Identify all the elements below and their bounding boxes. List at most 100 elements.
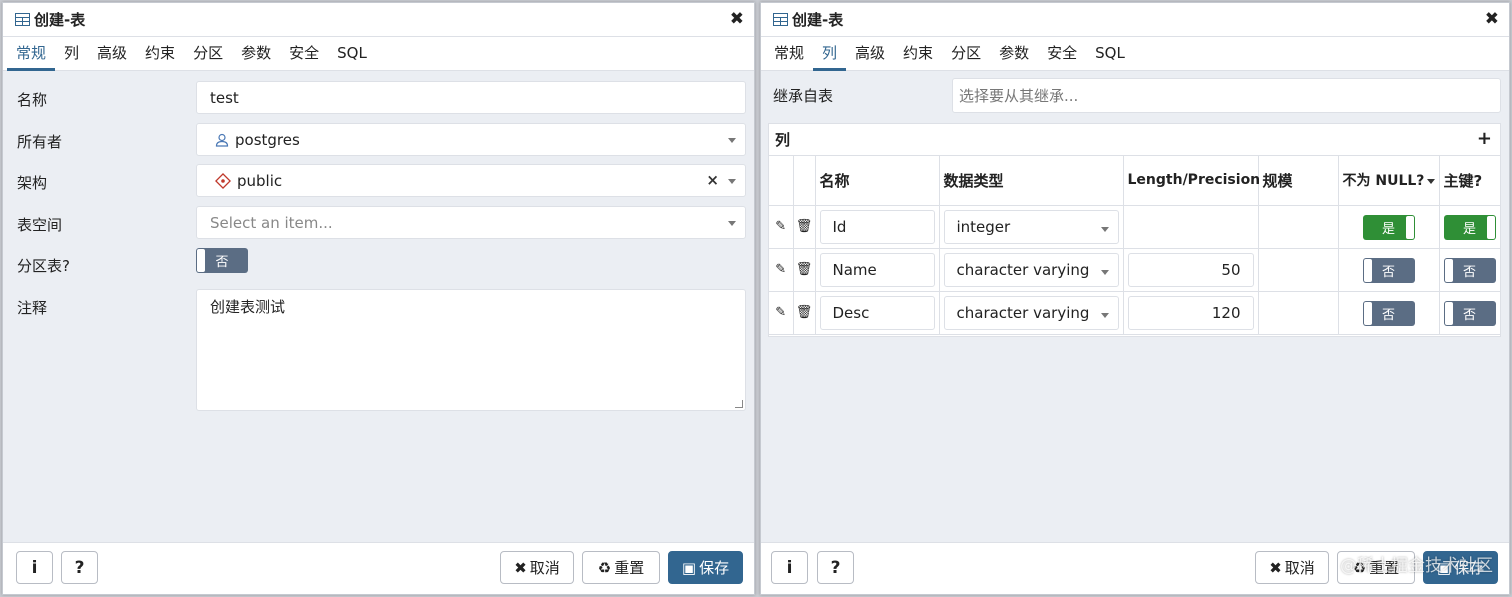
reset-button[interactable]: ♻ 重置 xyxy=(582,551,660,584)
toggle-knob xyxy=(1486,215,1495,239)
comment-textarea[interactable]: 创建表测试 xyxy=(196,289,746,411)
help-button[interactable]: ? xyxy=(61,551,98,584)
owner-select[interactable]: postgres xyxy=(196,123,746,156)
columns-title: 列 xyxy=(775,131,791,149)
columns-table: 名称 数据类型 Length/Precision 规模 不为 NULL? 主键?… xyxy=(769,156,1500,335)
tab-columns[interactable]: 列 xyxy=(813,37,847,71)
help-button[interactable]: ? xyxy=(817,551,854,584)
name-input[interactable]: test xyxy=(196,81,746,114)
column-name-value: Desc xyxy=(832,303,870,322)
chevron-down-icon[interactable] xyxy=(728,179,736,184)
notnull-toggle[interactable]: 否 xyxy=(1362,300,1415,326)
column-length-value: 120 xyxy=(1211,303,1241,322)
close-icon[interactable]: ✖ xyxy=(730,9,744,29)
tab-bar: 常规 列 高级 约束 分区 参数 安全 SQL xyxy=(761,37,1509,71)
tab-partitions[interactable]: 分区 xyxy=(942,37,990,71)
header-scale[interactable]: 规模 xyxy=(1258,156,1339,206)
toggle-knob xyxy=(197,249,205,272)
tab-general[interactable]: 常规 xyxy=(765,37,813,71)
recycle-icon: ♻ xyxy=(597,558,612,577)
add-column-button[interactable]: + xyxy=(1477,128,1492,149)
tab-advanced[interactable]: 高级 xyxy=(846,37,894,71)
tab-columns[interactable]: 列 xyxy=(55,37,88,71)
tab-advanced[interactable]: 高级 xyxy=(88,37,136,71)
column-type-value: character varying xyxy=(956,303,1090,322)
trash-icon[interactable]: 🗑 xyxy=(794,292,815,334)
tablespace-select[interactable]: Select an item... xyxy=(196,206,746,239)
edit-icon[interactable]: ✎ xyxy=(769,206,793,248)
column-name-input[interactable]: Name xyxy=(819,252,935,287)
toggle-knob xyxy=(1444,258,1453,282)
column-length-input[interactable]: 50 xyxy=(1127,252,1254,287)
schema-icon xyxy=(215,172,231,189)
sort-desc-icon xyxy=(1427,178,1436,184)
tab-security[interactable]: 安全 xyxy=(1038,37,1086,71)
schema-select[interactable]: public × xyxy=(196,164,746,197)
column-length-value: 50 xyxy=(1221,260,1241,279)
header-type[interactable]: 数据类型 xyxy=(939,156,1124,206)
trash-icon[interactable]: 🗑 xyxy=(794,206,815,248)
column-type-select[interactable]: character varying xyxy=(943,295,1119,330)
tab-constraints[interactable]: 约束 xyxy=(136,37,184,71)
toggle-knob xyxy=(1363,258,1372,282)
tab-parameters[interactable]: 参数 xyxy=(990,37,1038,71)
partitioned-toggle[interactable]: 否 xyxy=(196,248,248,273)
edit-icon[interactable]: ✎ xyxy=(769,292,793,334)
edit-icon[interactable]: ✎ xyxy=(769,249,793,291)
edit-col-header xyxy=(769,156,794,206)
schema-value: public xyxy=(237,171,283,190)
notnull-toggle[interactable]: 是 xyxy=(1362,214,1415,240)
info-button[interactable]: i xyxy=(771,551,808,584)
column-scale-cell xyxy=(1258,205,1339,249)
header-length[interactable]: Length/Precision xyxy=(1123,156,1260,206)
resize-handle[interactable] xyxy=(735,400,743,408)
name-label: 名称 xyxy=(17,91,48,109)
chevron-down-icon[interactable] xyxy=(1100,269,1109,275)
notnull-toggle[interactable]: 否 xyxy=(1362,257,1415,283)
column-length-input[interactable]: 120 xyxy=(1127,295,1254,330)
watermark: @稀土掘金技术社区 xyxy=(1340,556,1493,576)
floppy-icon: ▣ xyxy=(681,558,697,577)
cancel-button[interactable]: ✖ 取消 xyxy=(500,551,574,584)
trash-icon[interactable]: 🗑 xyxy=(794,249,815,291)
chevron-down-icon[interactable] xyxy=(728,138,736,143)
cancel-button[interactable]: ✖ 取消 xyxy=(1255,551,1329,584)
column-type-select[interactable]: character varying xyxy=(943,252,1119,287)
clear-icon[interactable]: × xyxy=(706,171,719,189)
tab-parameters[interactable]: 参数 xyxy=(232,37,280,71)
toggle-knob xyxy=(1444,301,1453,325)
column-name-input[interactable]: Desc xyxy=(819,295,935,330)
chevron-down-icon[interactable] xyxy=(1100,226,1109,232)
close-icon[interactable]: ✖ xyxy=(1485,9,1499,29)
header-notnull[interactable]: 不为 NULL? xyxy=(1338,156,1440,206)
tab-security[interactable]: 安全 xyxy=(280,37,328,71)
pk-toggle-label: 否 xyxy=(1462,264,1476,280)
table-header-row: 名称 数据类型 Length/Precision 规模 不为 NULL? 主键? xyxy=(769,156,1500,206)
tab-sql[interactable]: SQL xyxy=(1086,37,1134,71)
tab-constraints[interactable]: 约束 xyxy=(894,37,942,71)
dialog-titlebar[interactable]: 创建-表 ✖ xyxy=(3,3,754,37)
save-button[interactable]: ▣ 保存 xyxy=(668,551,743,584)
partitioned-label: 分区表? xyxy=(17,257,70,275)
tab-general[interactable]: 常规 xyxy=(7,37,56,71)
column-type-select[interactable]: integer xyxy=(943,209,1119,244)
column-scale-cell xyxy=(1258,291,1339,335)
pk-toggle[interactable]: 否 xyxy=(1443,300,1496,326)
cancel-label: 取消 xyxy=(1284,559,1315,577)
dialog-titlebar[interactable]: 创建-表 ✖ xyxy=(761,3,1509,37)
tab-sql[interactable]: SQL xyxy=(328,37,376,71)
schema-label: 架构 xyxy=(17,174,48,192)
header-name[interactable]: 名称 xyxy=(815,156,940,206)
chevron-down-icon[interactable] xyxy=(728,221,736,226)
inherit-select[interactable]: 选择要从其继承... xyxy=(952,78,1501,113)
chevron-down-icon[interactable] xyxy=(1100,312,1109,318)
info-button[interactable]: i xyxy=(16,551,53,584)
owner-label: 所有者 xyxy=(17,133,63,151)
tab-partitions[interactable]: 分区 xyxy=(184,37,232,71)
header-pk[interactable]: 主键? xyxy=(1439,156,1500,206)
column-name-input[interactable]: Id xyxy=(819,209,935,244)
toggle-knob xyxy=(1405,215,1414,239)
pk-toggle[interactable]: 是 xyxy=(1443,214,1496,240)
dialog-title: 创建-表 xyxy=(34,11,86,29)
pk-toggle[interactable]: 否 xyxy=(1443,257,1496,283)
